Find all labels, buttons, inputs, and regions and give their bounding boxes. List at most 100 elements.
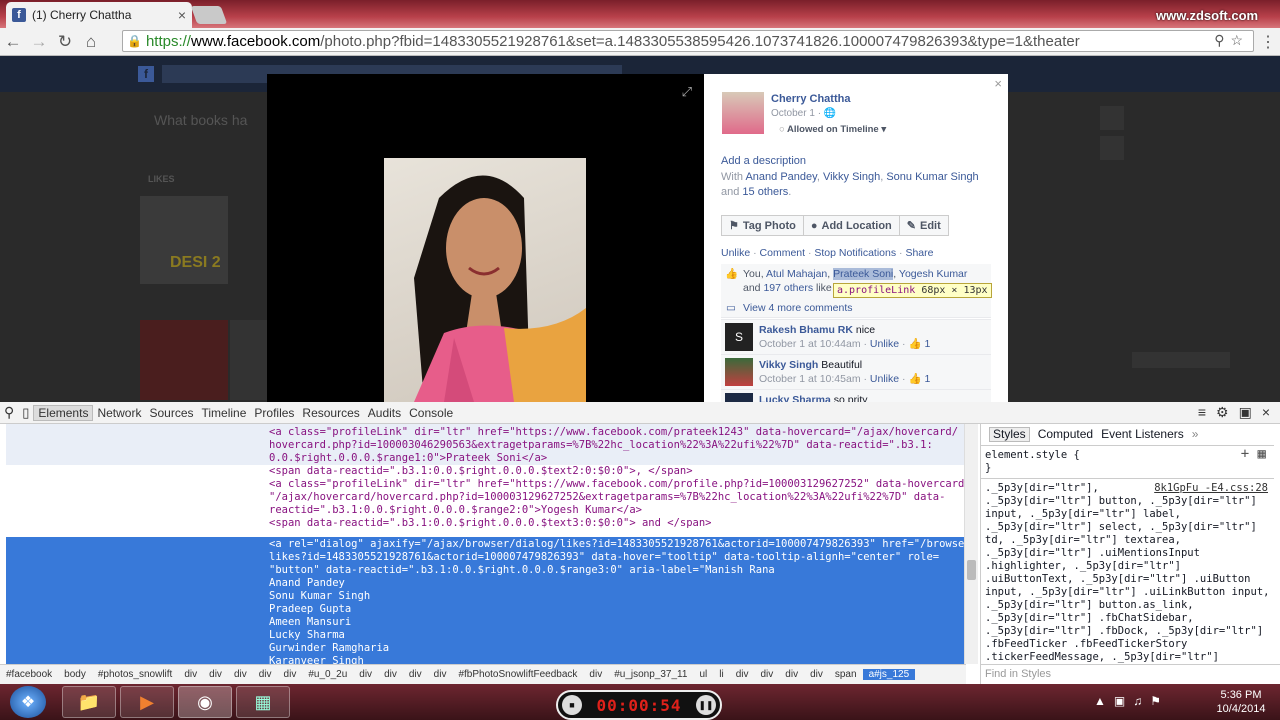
likes-others-link[interactable]: 197 others	[763, 282, 813, 294]
new-tab-button[interactable]	[190, 6, 228, 24]
scrollbar-thumb[interactable]	[967, 560, 976, 580]
menu-icon[interactable]: ⋮	[1260, 32, 1276, 52]
tagged-person[interactable]: Vikky Singh	[823, 171, 880, 183]
commenter-avatar[interactable]	[725, 358, 753, 386]
browser-tab[interactable]: f (1) Cherry Chattha ×	[6, 2, 192, 28]
add-location-button[interactable]: ● Add Location	[802, 215, 900, 236]
comment-unlike-link[interactable]: Unlike	[870, 373, 899, 385]
back-arrow-icon[interactable]: ←	[0, 29, 26, 55]
tagged-others[interactable]: 15 others	[742, 186, 788, 198]
crumb[interactable]: #u_jsonp_37_11	[608, 669, 693, 680]
tab-elements[interactable]: Elements	[33, 404, 94, 421]
crumb[interactable]: div	[428, 669, 453, 680]
crumb[interactable]: div	[353, 669, 378, 680]
channel-tile-2[interactable]	[230, 320, 268, 400]
drawer-icon[interactable]: ≡	[1198, 404, 1206, 421]
tab-network[interactable]: Network	[93, 406, 145, 420]
crumb[interactable]: div	[583, 669, 608, 680]
liker-link[interactable]: Yogesh Kumar	[899, 268, 968, 280]
dock-icon[interactable]: ▣	[1239, 404, 1252, 421]
close-icon[interactable]: ×	[994, 76, 1002, 91]
stop-record-icon[interactable]: ■	[562, 695, 582, 715]
tab-timeline[interactable]: Timeline	[198, 406, 251, 420]
comment-like-count[interactable]: 👍 1	[908, 338, 930, 350]
device-mode-icon[interactable]: ▯	[18, 405, 33, 421]
comment-unlike-link[interactable]: Unlike	[870, 338, 899, 350]
pause-record-icon[interactable]: ❚❚	[696, 695, 716, 715]
dom-line[interactable]: <span data-reactid=".b3.1:0.0.$right.0.0…	[6, 465, 964, 478]
tray-icons[interactable]: ▲▣♫⚑	[1094, 694, 1169, 708]
crumb[interactable]: #facebook	[0, 669, 58, 680]
gear-icon[interactable]: ⚙	[1216, 404, 1229, 421]
view-more-comments[interactable]: ▭ View 4 more comments	[721, 299, 991, 318]
crumb[interactable]: div	[730, 669, 755, 680]
chevron-down-icon[interactable]: ▾	[881, 124, 886, 135]
dom-line[interactable]: <span data-reactid=".b3.1:0.0.$right.0.0…	[6, 517, 964, 530]
stylesheet-link[interactable]: 8k1GpFu -E4.css:28	[1154, 482, 1268, 495]
forward-arrow-icon[interactable]: →	[26, 29, 52, 55]
explorer-taskbar-icon[interactable]: 📁	[62, 686, 116, 718]
unlike-link[interactable]: Unlike	[721, 247, 750, 259]
comment-like-count[interactable]: 👍 1	[908, 373, 930, 385]
system-clock[interactable]: 5:36 PM 10/4/2014	[1206, 688, 1276, 716]
fullscreen-icon[interactable]: ⤢	[682, 84, 692, 100]
dom-line[interactable]: <a class="profileLink" dir="ltr" href="h…	[6, 426, 964, 439]
dom-line[interactable]: "/ajax/hovercard/hovercard.php?id=100003…	[6, 491, 964, 504]
crumb[interactable]: div	[278, 669, 303, 680]
author-name[interactable]: Cherry Chattha	[771, 93, 850, 105]
crumb[interactable]: div	[228, 669, 253, 680]
app-taskbar-icon[interactable]: ▦	[236, 686, 290, 718]
share-link[interactable]: Share	[905, 247, 933, 259]
edit-button[interactable]: ✎ Edit	[898, 215, 949, 236]
crumb[interactable]: div	[779, 669, 804, 680]
crumb[interactable]: div	[178, 669, 203, 680]
close-devtools-icon[interactable]: ×	[1262, 404, 1270, 421]
home-icon[interactable]: ⌂	[78, 29, 104, 55]
start-button-icon[interactable]: ❖	[10, 686, 46, 718]
tab-audits[interactable]: Audits	[364, 406, 405, 420]
privacy-globe-icon[interactable]: · 🌐	[818, 108, 837, 119]
commenter-avatar[interactable]	[725, 393, 753, 402]
crumb[interactable]: #fbPhotoSnowliftFeedback	[452, 669, 583, 680]
liker-link-highlighted[interactable]: Prateek Soni	[833, 268, 894, 280]
post-date[interactable]: October 1	[771, 108, 815, 119]
tab-profiles[interactable]: Profiles	[250, 406, 298, 420]
tagged-person[interactable]: Sonu Kumar Singh	[886, 171, 978, 183]
crumb[interactable]: div	[253, 669, 278, 680]
zoom-star-icons[interactable]: ⚲☆	[1214, 32, 1249, 49]
timeline-audience[interactable]: Allowed on Timeline	[787, 124, 879, 135]
address-bar[interactable]: 🔒 https://www.facebook.com/photo.php?fbi…	[122, 30, 1254, 52]
dom-line[interactable]: 0.0.$right.0.0.0.$range1:0">Prateek Soni…	[6, 452, 964, 465]
tagged-person[interactable]: Anand Pandey	[745, 171, 816, 183]
channel-tile[interactable]	[140, 320, 228, 400]
stop-notifications-link[interactable]: Stop Notifications	[814, 247, 896, 259]
find-in-styles-input[interactable]: Find in Styles	[980, 664, 1280, 684]
more-tabs-icon[interactable]: »	[1192, 428, 1199, 441]
liker-link[interactable]: Atul Mahajan	[766, 268, 827, 280]
dom-line[interactable]: <a class="profileLink" dir="ltr" href="h…	[6, 478, 964, 491]
crumb[interactable]: ul	[693, 669, 713, 680]
add-description-link[interactable]: Add a description	[721, 155, 806, 167]
media-player-taskbar-icon[interactable]: ▶	[120, 686, 174, 718]
tab-resources[interactable]: Resources	[298, 406, 363, 420]
movie-tile[interactable]: DESI 2	[140, 196, 228, 284]
dom-line[interactable]: hovercard.php?id=100003046290563&extrage…	[6, 439, 964, 452]
tab-event-listeners[interactable]: Event Listeners	[1101, 428, 1184, 441]
crumb[interactable]: span	[829, 669, 863, 680]
inspect-search-icon[interactable]: ⚲	[0, 404, 18, 421]
crumb[interactable]: #photos_snowlift	[92, 669, 179, 680]
edit-card-settings[interactable]	[1132, 352, 1230, 368]
comment-link[interactable]: Comment	[760, 247, 806, 259]
comment-time[interactable]: October 1 at 10:44am	[759, 338, 861, 350]
author-avatar[interactable]	[722, 92, 764, 134]
crumb[interactable]: div	[378, 669, 403, 680]
tab-computed[interactable]: Computed	[1038, 428, 1093, 441]
crumb[interactable]: li	[713, 669, 729, 680]
element-style-rule[interactable]: element.style {	[985, 449, 1270, 462]
crumb[interactable]: div	[754, 669, 779, 680]
commenter-avatar[interactable]: S	[725, 323, 753, 351]
comment-time[interactable]: October 1 at 10:45am	[759, 373, 861, 385]
crumb-selected[interactable]: a#js_125	[862, 669, 916, 680]
add-rule-icon[interactable]: + ▦	[1241, 447, 1266, 461]
photo-image[interactable]	[384, 158, 586, 402]
